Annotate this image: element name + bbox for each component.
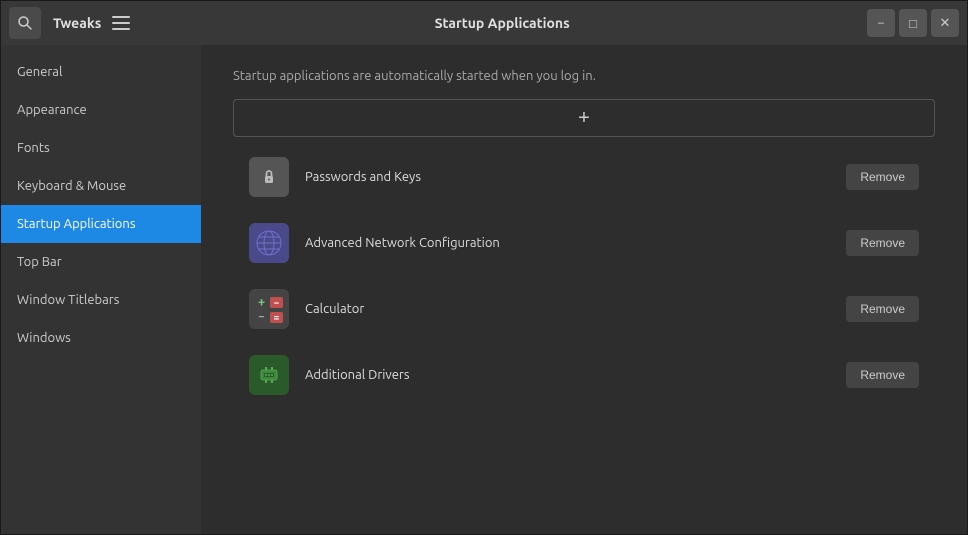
list-item: Advanced Network Configuration Remove (233, 211, 935, 275)
menu-button[interactable] (105, 7, 137, 39)
sidebar-item-top-bar[interactable]: Top Bar (1, 243, 201, 281)
sidebar: General Appearance Fonts Keyboard & Mous… (1, 45, 201, 534)
list-item: Passwords and Keys Remove (233, 145, 935, 209)
titlebar-center: Startup Applications (137, 15, 867, 31)
app-name-drivers: Additional Drivers (305, 368, 846, 382)
window-title: Startup Applications (435, 15, 570, 31)
app-name-network: Advanced Network Configuration (305, 236, 846, 250)
remove-drivers-button[interactable]: Remove (846, 362, 919, 388)
drivers-icon (249, 355, 289, 395)
app-name-passwords: Passwords and Keys (305, 170, 846, 184)
main-content: General Appearance Fonts Keyboard & Mous… (1, 45, 967, 534)
search-button[interactable] (9, 7, 41, 39)
list-item: Additional Drivers Remove (233, 343, 935, 407)
list-item: + − − = Calculator Remove (233, 277, 935, 341)
sidebar-item-startup-applications[interactable]: Startup Applications (1, 205, 201, 243)
page-description: Startup applications are automatically s… (233, 69, 935, 83)
app-name-calculator: Calculator (305, 302, 846, 316)
sidebar-item-general[interactable]: General (1, 53, 201, 91)
passwords-icon (249, 157, 289, 197)
sidebar-item-appearance[interactable]: Appearance (1, 91, 201, 129)
titlebar: Tweaks Startup Applications − □ ✕ (1, 1, 967, 45)
app-title: Tweaks (53, 15, 101, 31)
content-area: Startup applications are automatically s… (201, 45, 967, 534)
remove-passwords-button[interactable]: Remove (846, 164, 919, 190)
window: Tweaks Startup Applications − □ ✕ Genera… (0, 0, 968, 535)
window-controls: − □ ✕ (867, 9, 959, 37)
remove-calculator-button[interactable]: Remove (846, 296, 919, 322)
network-icon (249, 223, 289, 263)
maximize-button[interactable]: □ (899, 9, 927, 37)
calculator-icon: + − − = (249, 289, 289, 329)
minimize-button[interactable]: − (867, 9, 895, 37)
sidebar-item-windows[interactable]: Windows (1, 319, 201, 357)
sidebar-item-window-titlebars[interactable]: Window Titlebars (1, 281, 201, 319)
add-application-button[interactable]: + (233, 99, 935, 137)
sidebar-item-keyboard-mouse[interactable]: Keyboard & Mouse (1, 167, 201, 205)
close-button[interactable]: ✕ (931, 9, 959, 37)
remove-network-button[interactable]: Remove (846, 230, 919, 256)
sidebar-item-fonts[interactable]: Fonts (1, 129, 201, 167)
